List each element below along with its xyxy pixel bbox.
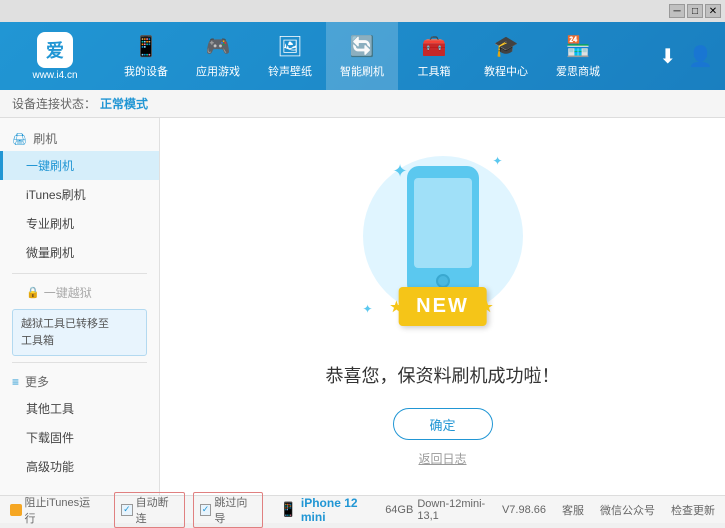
skip-guide-checkbox[interactable]: ✓ xyxy=(200,504,212,516)
sparkle-3: ✦ xyxy=(363,302,373,316)
nav-store-label: 爱思商城 xyxy=(556,63,600,79)
wallpaper-icon: 🖼 xyxy=(277,34,302,59)
phone-screen xyxy=(414,178,472,268)
logo-icon: 爱 xyxy=(37,32,73,68)
nav-wallpaper[interactable]: 🖼 铃声壁纸 xyxy=(254,22,326,90)
nav-wallpaper-label: 铃声壁纸 xyxy=(268,63,312,79)
bottom-left: 阻止iTunes运行 ✓ 自动断连 ✓ 跳过向导 📱 iPhone 12 min… xyxy=(10,492,502,528)
status-label: 设备连接状态： xyxy=(12,95,96,112)
nav-tools[interactable]: 🧰 工具箱 xyxy=(398,22,470,90)
device-model: Down-12mini-13,1 xyxy=(417,498,502,522)
sidebar-jailbreak-note: 越狱工具已转移至工具箱 xyxy=(12,309,147,356)
stop-itunes-button[interactable]: 阻止iTunes运行 xyxy=(10,494,98,526)
sidebar-section-flash-title: 🖨 刷机 xyxy=(0,126,159,151)
header: 爱 www.i4.cn 📱 我的设备 🎮 应用游戏 🖼 铃声壁纸 🔄 智能刷机 … xyxy=(0,22,725,90)
sidebar-jailbreak-title: 🔒 一键越狱 xyxy=(0,280,159,305)
phone-body xyxy=(407,166,479,296)
sidebar-section-more: ≡ 更多 其他工具 下载固件 高级功能 xyxy=(0,369,159,481)
nav-tools-label: 工具箱 xyxy=(418,63,451,79)
sidebar-item-one-key-flash[interactable]: 一键刷机 xyxy=(0,151,159,180)
main-layout: 🖨 刷机 一键刷机 iTunes刷机 专业刷机 微量刷机 🔒 一键越狱 越狱工具… xyxy=(0,118,725,495)
stop-itunes-label: 阻止iTunes运行 xyxy=(25,494,99,526)
download-button[interactable]: ⬇ xyxy=(659,44,676,69)
device-storage: 64GB xyxy=(385,504,413,516)
tutorials-icon: 🎓 xyxy=(494,34,519,59)
nav-tutorials-label: 教程中心 xyxy=(484,63,528,79)
nav-apps-label: 应用游戏 xyxy=(196,63,240,79)
more-section-icon: ≡ xyxy=(12,375,19,389)
nav-my-device-label: 我的设备 xyxy=(124,63,168,79)
flash-section-icon: 🖨 xyxy=(12,132,27,146)
content-area: ✦ ✦ ✦ NEW 恭喜您，保资料刷机成功啦！ 确定 返回日志 xyxy=(160,118,725,495)
bottom-right: V7.98.66 客服 微信公众号 检查更新 xyxy=(502,502,715,518)
logo-area: 爱 www.i4.cn xyxy=(0,32,110,81)
sidebar-item-other-tools[interactable]: 其他工具 xyxy=(0,394,159,423)
auto-close-checkbox[interactable]: ✓ xyxy=(121,504,133,516)
smart-flash-icon: 🔄 xyxy=(350,34,375,59)
store-icon: 🏪 xyxy=(566,34,591,59)
device-phone-icon: 📱 xyxy=(279,501,296,518)
wechat-link[interactable]: 微信公众号 xyxy=(600,502,655,518)
sidebar-section-jailbreak: 🔒 一键越狱 越狱工具已转移至工具箱 xyxy=(0,280,159,356)
confirm-button[interactable]: 确定 xyxy=(393,408,493,440)
skip-guide-checkbox-container: ✓ 跳过向导 xyxy=(193,492,264,528)
nav-items: 📱 我的设备 🎮 应用游戏 🖼 铃声壁纸 🔄 智能刷机 🧰 工具箱 🎓 教程中心… xyxy=(110,22,659,90)
apps-icon: 🎮 xyxy=(206,34,231,59)
restore-button[interactable]: □ xyxy=(687,4,703,18)
auto-close-checkbox-container: ✓ 自动断连 xyxy=(114,492,185,528)
close-button[interactable]: ✕ xyxy=(705,4,721,18)
skip-guide-label: 跳过向导 xyxy=(214,494,256,526)
logo-text: www.i4.cn xyxy=(32,70,77,81)
back-link[interactable]: 返回日志 xyxy=(418,450,466,467)
more-section-label: 更多 xyxy=(25,373,49,390)
sidebar-divider-2 xyxy=(12,362,147,363)
nav-store[interactable]: 🏪 爱思商城 xyxy=(542,22,614,90)
sidebar-item-advanced[interactable]: 高级功能 xyxy=(0,452,159,481)
nav-my-device[interactable]: 📱 我的设备 xyxy=(110,22,182,90)
success-text: 恭喜您，保资料刷机成功啦！ xyxy=(326,362,560,388)
sparkle-1: ✦ xyxy=(393,161,408,182)
stop-icon xyxy=(10,504,22,516)
nav-smart-flash-label: 智能刷机 xyxy=(340,63,384,79)
nav-smart-flash[interactable]: 🔄 智能刷机 xyxy=(326,22,398,90)
check-update-link[interactable]: 检查更新 xyxy=(671,502,715,518)
phone-illustration: ✦ ✦ ✦ NEW xyxy=(333,146,553,346)
sidebar-item-itunes-flash[interactable]: iTunes刷机 xyxy=(0,180,159,209)
nav-right: ⬇ 👤 xyxy=(659,44,725,69)
sidebar-divider-1 xyxy=(12,273,147,274)
sidebar-item-pro-flash[interactable]: 专业刷机 xyxy=(0,209,159,238)
title-bar: ─ □ ✕ xyxy=(0,0,725,22)
logo-char: 爱 xyxy=(46,37,64,63)
my-device-icon: 📱 xyxy=(134,34,159,59)
auto-close-label: 自动断连 xyxy=(136,494,178,526)
status-bar: 设备连接状态： 正常模式 xyxy=(0,90,725,118)
new-banner: NEW xyxy=(398,287,487,326)
sidebar-section-flash: 🖨 刷机 一键刷机 iTunes刷机 专业刷机 微量刷机 xyxy=(0,126,159,267)
jailbreak-label: 一键越狱 xyxy=(44,284,92,301)
sparkle-2: ✦ xyxy=(492,154,502,168)
lock-icon: 🔒 xyxy=(26,286,40,299)
version-label: V7.98.66 xyxy=(502,504,546,516)
minimize-button[interactable]: ─ xyxy=(669,4,685,18)
nav-tutorials[interactable]: 🎓 教程中心 xyxy=(470,22,542,90)
status-value: 正常模式 xyxy=(100,95,148,112)
flash-section-label: 刷机 xyxy=(33,130,57,147)
customer-service-link[interactable]: 客服 xyxy=(562,502,584,518)
user-button[interactable]: 👤 xyxy=(688,44,713,69)
device-info: 📱 iPhone 12 mini 64GB Down-12mini-13,1 xyxy=(279,496,502,524)
device-name: iPhone 12 mini xyxy=(301,496,381,524)
phone-home-button xyxy=(436,274,450,288)
sidebar-item-download-firmware[interactable]: 下载固件 xyxy=(0,423,159,452)
sidebar-section-more-title: ≡ 更多 xyxy=(0,369,159,394)
sidebar-item-micro-flash[interactable]: 微量刷机 xyxy=(0,238,159,267)
nav-apps[interactable]: 🎮 应用游戏 xyxy=(182,22,254,90)
sidebar: 🖨 刷机 一键刷机 iTunes刷机 专业刷机 微量刷机 🔒 一键越狱 越狱工具… xyxy=(0,118,160,495)
tools-icon: 🧰 xyxy=(422,34,447,59)
bottom-bar: 阻止iTunes运行 ✓ 自动断连 ✓ 跳过向导 📱 iPhone 12 min… xyxy=(0,495,725,523)
